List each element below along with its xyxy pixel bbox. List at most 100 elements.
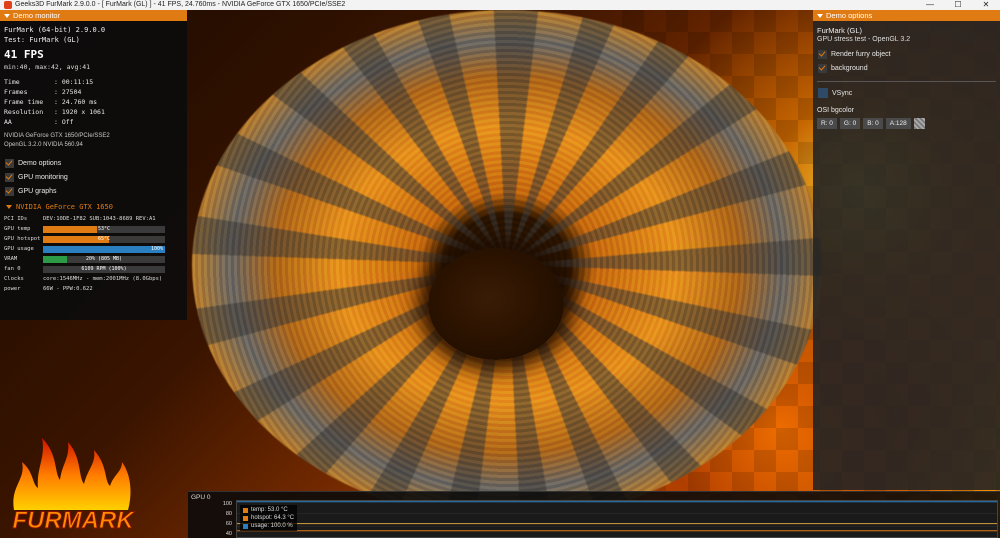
stat-key: Time: [4, 78, 20, 86]
maximize-button[interactable]: ☐: [944, 0, 972, 10]
checkbox-render-furry-object[interactable]: Render furry object: [813, 47, 1000, 61]
check-icon: [5, 157, 13, 166]
gpu-row-clocks: Clocks core:1546MHz - mem:2001MHz (8.0Gbp…: [4, 274, 183, 284]
checkbox-background[interactable]: background: [813, 61, 1000, 75]
gpu-monitor-table: PCI IDs DEV:10DE-1F82 SUB:1043-8689 REV:A…: [0, 211, 187, 294]
gpu-name: NVIDIA GeForce GTX 1650: [16, 203, 113, 211]
fan-bar: 6109 RPM (100%): [43, 265, 165, 273]
row-key: VRAM: [4, 256, 18, 262]
checkbox-box[interactable]: [818, 48, 827, 59]
window-title: Geeks3D FurMark 2.9.0.0 - [ FurMark (GL)…: [15, 1, 346, 8]
gpu-hotspot-bar: 65°C: [43, 235, 165, 243]
demo-name: FurMark (GL): [817, 26, 862, 35]
stats-list: Time : 00:11:15 Frames : 27504 Frame time:…: [0, 71, 187, 127]
legend-label: usage: 100.0 %: [251, 523, 293, 529]
checkbox-label: GPU monitoring: [18, 173, 68, 181]
checkbox-box[interactable]: [5, 185, 14, 196]
row-value: DEV:10DE-1F82 SUB:1043-8689 REV:A1: [43, 216, 156, 222]
collapse-triangle-icon: [817, 13, 823, 18]
stat-row: Frame time : 24.760 ms: [4, 97, 183, 107]
furmark-logo: FURMARK: [12, 438, 136, 535]
minimize-button[interactable]: —: [916, 0, 944, 10]
check-icon: [818, 62, 826, 71]
legend-item: temp: 53.0 °C: [243, 506, 294, 514]
demo-options-header[interactable]: Demo options: [813, 10, 1000, 21]
checkbox-demo-options[interactable]: Demo options: [0, 156, 187, 170]
checkbox-label: VSync: [832, 89, 853, 97]
checkbox-box[interactable]: [5, 157, 14, 168]
graph-plot-area: [236, 500, 998, 538]
stat-value: : 00:11:15: [54, 78, 94, 86]
y-tick-label: 60: [225, 521, 232, 527]
gpu-graph-panel: GPU 0 100 80 60 40 temp: 53.0 °C hotspot…: [188, 491, 1000, 538]
gpu-usage-bar: 100%: [43, 245, 165, 253]
gpu-row-pci: PCI IDs DEV:10DE-1F82 SUB:1043-8689 REV:A…: [4, 214, 183, 224]
furry-donut-hole: [428, 248, 564, 360]
gpu-row-hotspot: GPU hotspot 65°C: [4, 234, 183, 244]
osi-r-field[interactable]: R: 0: [817, 118, 837, 129]
checkbox-vsync[interactable]: VSync: [813, 86, 1000, 100]
stat-key: AA: [4, 118, 12, 126]
legend-item: hotspot: 64.3 °C: [243, 514, 294, 522]
stat-key: Frames: [4, 88, 28, 96]
gpu-section-header[interactable]: NVIDIA GeForce GTX 1650: [0, 198, 187, 211]
gpu-row-power: power 66W - PPW:0.622: [4, 284, 183, 294]
window-titlebar: Geeks3D FurMark 2.9.0.0 - [ FurMark (GL)…: [0, 0, 1000, 10]
osi-bgcolor-fields: R: 0 G: 0 B: 0 A:128: [813, 114, 1000, 129]
stat-value: : Off: [54, 118, 74, 126]
demo-description: GPU stress test - OpenGL 3.2: [817, 36, 911, 43]
checkbox-label: Render furry object: [831, 50, 891, 58]
gpu-renderer-line: NVIDIA GeForce GTX 1650/PCIe/SSE2: [4, 133, 110, 139]
app-version-line: FurMark (64-bit) 2.9.0.0: [4, 26, 106, 34]
demo-monitor-title: Demo monitor: [13, 11, 61, 20]
y-tick-label: 100: [222, 501, 232, 507]
osi-g-field[interactable]: G: 0: [839, 118, 861, 129]
gpu-row-usage: GPU usage 100%: [4, 244, 183, 254]
row-key: GPU temp: [4, 226, 31, 232]
demo-options-title: Demo options: [826, 11, 873, 20]
gpu-temp-bar: 53°C: [43, 225, 165, 233]
gpu-row-temp: GPU temp 53°C: [4, 224, 183, 234]
demo-options-panel: Demo options FurMark (GL) GPU stress tes…: [813, 10, 1000, 490]
furmark-app-icon: [4, 1, 12, 9]
check-icon: [5, 185, 13, 194]
legend-label: hotspot: 64.3 °C: [251, 515, 295, 521]
checkbox-box[interactable]: [5, 171, 14, 182]
osi-bgcolor-label: OSI bgcolor: [817, 107, 854, 114]
test-name-line: Test: FurMark (GL): [4, 36, 80, 44]
opengl-version-line: OpenGL 3.2.0 NVIDIA 560.94: [4, 142, 83, 148]
stat-key: Frame time: [4, 98, 44, 106]
flame-icon: [13, 438, 131, 510]
close-button[interactable]: ✕: [972, 0, 1000, 10]
checkbox-gpu-monitoring[interactable]: GPU monitoring: [0, 170, 187, 184]
graph-legend: temp: 53.0 °C hotspot: 64.3 °C usage: 10…: [240, 505, 298, 531]
stat-value: : 27504: [54, 88, 82, 96]
color-swatch-icon[interactable]: [913, 118, 925, 129]
bar-label: 100%: [150, 245, 163, 252]
stat-value: : 24.760 ms: [54, 98, 98, 106]
osi-a-field[interactable]: A:128: [885, 118, 911, 129]
checkbox-box[interactable]: [818, 62, 827, 73]
check-icon: [818, 48, 826, 57]
legend-swatch: [243, 523, 248, 529]
row-value: 66W - PPW:0.622: [43, 286, 93, 292]
graph-title: GPU 0: [191, 494, 211, 501]
demo-monitor-header[interactable]: Demo monitor: [0, 10, 187, 21]
checkbox-box[interactable]: [818, 88, 828, 98]
bar-label: 6109 RPM (100%): [81, 265, 127, 272]
fps-minmax: min:40, max:42, avg:41: [4, 63, 91, 71]
row-key: fan 0: [4, 266, 21, 272]
gpu-row-fan: fan 0 6109 RPM (100%): [4, 264, 183, 274]
bar-label: 20% (805 MB): [85, 255, 123, 262]
logo-text: FURMARK: [12, 507, 135, 534]
graph-y-axis: 100 80 60 40: [218, 499, 232, 538]
checkbox-gpu-graphs[interactable]: GPU graphs: [0, 184, 187, 198]
row-key: Clocks: [4, 276, 24, 282]
stat-row: Resolution: 1920 x 1061: [4, 107, 183, 117]
divider: [817, 81, 996, 82]
row-key: PCI IDs: [4, 216, 28, 222]
checkbox-label: Demo options: [18, 159, 62, 167]
osi-b-field[interactable]: B: 0: [863, 118, 883, 129]
legend-swatch: [243, 507, 248, 513]
stat-row: Frames : 27504: [4, 87, 183, 97]
